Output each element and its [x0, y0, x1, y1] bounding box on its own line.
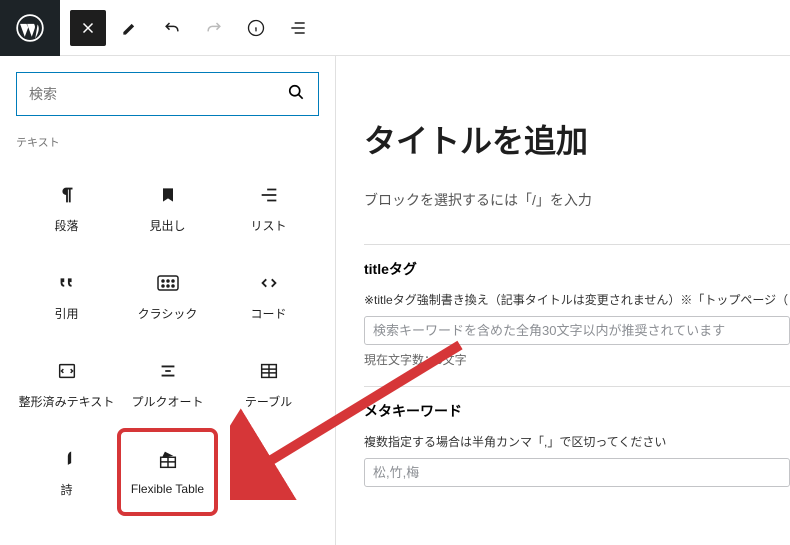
info-button[interactable]	[238, 10, 274, 46]
meta-title-tag: titleタグ ※titleタグ強制書き換え（記事タイトルは変更されません）※「…	[364, 244, 790, 386]
heading-icon	[156, 183, 180, 207]
editor-content: タイトルを追加 ブロックを選択するには「/」を入力 titleタグ ※title…	[335, 56, 790, 545]
block-label: クラシック	[138, 305, 198, 322]
list-icon	[257, 183, 281, 207]
editor-topbar	[0, 0, 790, 56]
undo-button[interactable]	[154, 10, 190, 46]
preformatted-icon	[55, 359, 79, 383]
block-label: 段落	[54, 217, 78, 234]
block-label: 整形済みテキスト	[19, 393, 115, 410]
block-paragraph[interactable]: 段落	[16, 164, 117, 252]
close-inserter-button[interactable]	[70, 10, 106, 46]
block-search-input[interactable]	[29, 86, 286, 102]
block-heading[interactable]: 見出し	[117, 164, 218, 252]
block-search[interactable]	[16, 72, 319, 116]
meta-title: titleタグ	[364, 259, 790, 279]
code-icon	[257, 271, 281, 295]
classic-icon	[156, 271, 180, 295]
block-label: コード	[250, 305, 286, 322]
redo-button[interactable]	[196, 10, 232, 46]
block-label: リスト	[250, 217, 286, 234]
toolbar	[60, 10, 326, 46]
block-flexible-table[interactable]: Flexible Table	[117, 428, 218, 516]
block-label: 引用	[54, 305, 78, 322]
post-title-input[interactable]: タイトルを追加	[364, 116, 790, 162]
outline-button[interactable]	[280, 10, 316, 46]
block-verse[interactable]: 詩	[16, 428, 117, 516]
edit-icon[interactable]	[112, 10, 148, 46]
char-count: 現在文字数：0文字	[364, 351, 790, 368]
block-label: テーブル	[245, 393, 292, 410]
block-pullquote[interactable]: プルクオート	[117, 340, 218, 428]
block-label: プルクオート	[131, 393, 203, 410]
meta-title: メタキーワード	[364, 401, 790, 421]
verse-icon	[55, 447, 79, 471]
block-hint[interactable]: ブロックを選択するには「/」を入力	[364, 190, 790, 210]
title-tag-input[interactable]	[364, 316, 790, 345]
wordpress-logo[interactable]	[0, 0, 60, 56]
meta-keywords: メタキーワード 複数指定する場合は半角カンマ「,」で区切ってください	[364, 386, 790, 505]
pullquote-icon	[156, 359, 180, 383]
paragraph-icon	[55, 183, 79, 207]
keywords-input[interactable]	[364, 458, 790, 487]
table-icon	[257, 359, 281, 383]
block-grid: 段落 見出し リスト 引用 クラシック コード	[16, 164, 319, 516]
block-label: 見出し	[149, 217, 185, 234]
block-inserter-panel: テキスト 段落 見出し リスト 引用 クラシック	[0, 56, 335, 545]
meta-desc: ※titleタグ強制書き換え（記事タイトルは変更されません）※「トップページ（	[364, 291, 790, 308]
block-code[interactable]: コード	[218, 252, 319, 340]
meta-desc: 複数指定する場合は半角カンマ「,」で区切ってください	[364, 433, 790, 450]
block-preformatted[interactable]: 整形済みテキスト	[16, 340, 117, 428]
block-label: Flexible Table	[131, 482, 204, 496]
flexible-table-icon	[156, 448, 180, 472]
section-label-text: テキスト	[16, 134, 319, 150]
search-icon	[286, 82, 306, 107]
block-classic[interactable]: クラシック	[117, 252, 218, 340]
block-table[interactable]: テーブル	[218, 340, 319, 428]
block-quote[interactable]: 引用	[16, 252, 117, 340]
block-label: 詩	[60, 481, 72, 498]
block-list[interactable]: リスト	[218, 164, 319, 252]
quote-icon	[55, 271, 79, 295]
